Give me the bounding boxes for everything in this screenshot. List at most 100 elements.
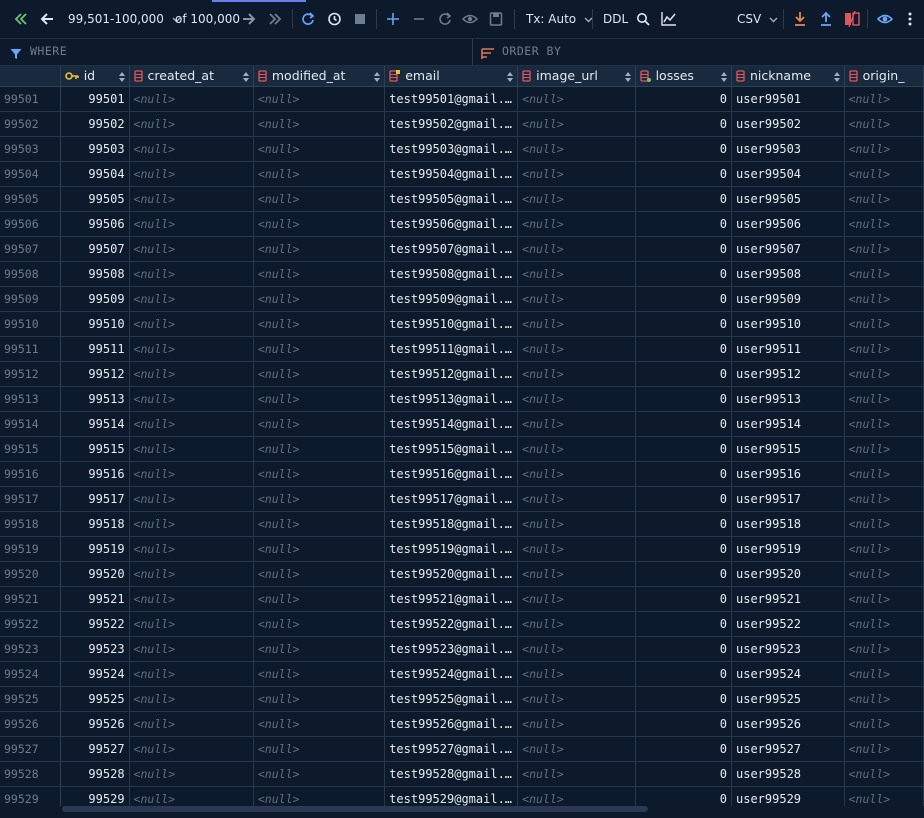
transaction-mode-selector[interactable]: Tx: Auto xyxy=(526,8,593,30)
cell-losses[interactable]: 0 xyxy=(635,636,733,662)
cell-losses[interactable]: 0 xyxy=(635,261,733,287)
reload-icon[interactable] xyxy=(301,8,315,30)
cell-created-at[interactable]: <null> xyxy=(129,436,254,462)
cell-nickname[interactable]: user99512 xyxy=(731,361,845,387)
cell-id[interactable]: 99521 xyxy=(60,586,130,612)
cell-email[interactable]: test99525@gmail.… xyxy=(384,686,519,712)
sort-toggle-icon[interactable] xyxy=(118,70,125,85)
cell-nickname[interactable]: user99528 xyxy=(731,761,845,787)
cell-origin[interactable]: <null> xyxy=(844,311,924,337)
cell-nickname[interactable]: user99504 xyxy=(731,161,845,187)
cell-created-at[interactable]: <null> xyxy=(129,486,254,512)
cell-email[interactable]: test99502@gmail.… xyxy=(384,111,519,137)
cell-id[interactable]: 99501 xyxy=(60,86,130,112)
cell-image-url[interactable]: <null> xyxy=(517,711,636,737)
cell-origin[interactable]: <null> xyxy=(844,86,924,112)
cell-created-at[interactable]: <null> xyxy=(129,611,254,637)
table-row[interactable]: 99509 99509 <null> <null> test99509@gmail.… <… xyxy=(0,286,924,312)
cell-created-at[interactable]: <null> xyxy=(129,211,254,237)
cell-email[interactable]: test99526@gmail.… xyxy=(384,711,519,737)
cell-image-url[interactable]: <null> xyxy=(517,186,636,212)
cell-email[interactable]: test99504@gmail.… xyxy=(384,161,519,187)
cell-email[interactable]: test99517@gmail.… xyxy=(384,486,519,512)
cell-nickname[interactable]: user99516 xyxy=(731,461,845,487)
cell-created-at[interactable]: <null> xyxy=(129,411,254,437)
cell-image-url[interactable]: <null> xyxy=(517,686,636,712)
table-row[interactable]: 99523 99523 <null> <null> test99523@gmail.… <… xyxy=(0,636,924,662)
cell-modified-at[interactable]: <null> xyxy=(253,111,386,137)
cell-email[interactable]: test99508@gmail.… xyxy=(384,261,519,287)
cell-id[interactable]: 99513 xyxy=(60,386,130,412)
cell-modified-at[interactable]: <null> xyxy=(253,586,386,612)
cell-losses[interactable]: 0 xyxy=(635,536,733,562)
table-row[interactable]: 99521 99521 <null> <null> test99521@gmail.… <… xyxy=(0,586,924,612)
table-row[interactable]: 99510 99510 <null> <null> test99510@gmail.… <… xyxy=(0,311,924,337)
double-chevron-left-icon[interactable] xyxy=(14,8,28,30)
cell-origin[interactable]: <null> xyxy=(844,611,924,637)
cell-created-at[interactable]: <null> xyxy=(129,461,254,487)
cell-image-url[interactable]: <null> xyxy=(517,461,636,487)
cell-created-at[interactable]: <null> xyxy=(129,536,254,562)
table-row[interactable]: 99506 99506 <null> <null> test99506@gmail.… <… xyxy=(0,211,924,237)
table-row[interactable]: 99519 99519 <null> <null> test99519@gmail.… <… xyxy=(0,536,924,562)
cell-id[interactable]: 99515 xyxy=(60,436,130,462)
cell-losses[interactable]: 0 xyxy=(635,436,733,462)
table-row[interactable]: 99504 99504 <null> <null> test99504@gmail.… <… xyxy=(0,161,924,187)
cell-id[interactable]: 99503 xyxy=(60,136,130,162)
cell-nickname[interactable]: user99529 xyxy=(731,786,845,806)
cell-origin[interactable]: <null> xyxy=(844,636,924,662)
cell-image-url[interactable]: <null> xyxy=(517,636,636,662)
cell-image-url[interactable]: <null> xyxy=(517,586,636,612)
cell-created-at[interactable]: <null> xyxy=(129,336,254,362)
cell-image-url[interactable]: <null> xyxy=(517,611,636,637)
cell-modified-at[interactable]: <null> xyxy=(253,386,386,412)
cell-created-at[interactable]: <null> xyxy=(129,761,254,787)
cell-image-url[interactable]: <null> xyxy=(517,311,636,337)
cell-email[interactable]: test99518@gmail.… xyxy=(384,511,519,537)
cell-email[interactable]: test99501@gmail.… xyxy=(384,86,519,112)
cell-losses[interactable]: 0 xyxy=(635,386,733,412)
cell-email[interactable]: test99520@gmail.… xyxy=(384,561,519,587)
upload-icon[interactable] xyxy=(819,8,833,30)
cell-created-at[interactable]: <null> xyxy=(129,586,254,612)
cell-created-at[interactable]: <null> xyxy=(129,236,254,262)
cell-id[interactable]: 99509 xyxy=(60,286,130,312)
cell-origin[interactable]: <null> xyxy=(844,586,924,612)
table-row[interactable]: 99524 99524 <null> <null> test99524@gmail.… <… xyxy=(0,661,924,687)
cell-created-at[interactable]: <null> xyxy=(129,261,254,287)
cell-modified-at[interactable]: <null> xyxy=(253,786,386,806)
cell-modified-at[interactable]: <null> xyxy=(253,511,386,537)
cell-losses[interactable]: 0 xyxy=(635,161,733,187)
cell-image-url[interactable]: <null> xyxy=(517,486,636,512)
cell-email[interactable]: test99507@gmail.… xyxy=(384,236,519,262)
download-icon[interactable] xyxy=(793,8,807,30)
cell-losses[interactable]: 0 xyxy=(635,711,733,737)
cell-created-at[interactable]: <null> xyxy=(129,511,254,537)
where-filter-input[interactable]: WHERE xyxy=(30,44,67,58)
cell-email[interactable]: test99527@gmail.… xyxy=(384,736,519,762)
cell-losses[interactable]: 0 xyxy=(635,661,733,687)
column-header-losses[interactable]: losses xyxy=(635,66,733,87)
cell-modified-at[interactable]: <null> xyxy=(253,411,386,437)
cell-id[interactable]: 99507 xyxy=(60,236,130,262)
table-row[interactable]: 99512 99512 <null> <null> test99512@gmail.… <… xyxy=(0,361,924,387)
cell-origin[interactable]: <null> xyxy=(844,486,924,512)
cell-image-url[interactable]: <null> xyxy=(517,736,636,762)
cell-origin[interactable]: <null> xyxy=(844,111,924,137)
cell-email[interactable]: test99516@gmail.… xyxy=(384,461,519,487)
table-row[interactable]: 99517 99517 <null> <null> test99517@gmail.… <… xyxy=(0,486,924,512)
cell-losses[interactable]: 0 xyxy=(635,736,733,762)
table-row[interactable]: 99514 99514 <null> <null> test99514@gmail.… <… xyxy=(0,411,924,437)
cell-losses[interactable]: 0 xyxy=(635,361,733,387)
cell-losses[interactable]: 0 xyxy=(635,686,733,712)
cell-losses[interactable]: 0 xyxy=(635,461,733,487)
cell-email[interactable]: test99510@gmail.… xyxy=(384,311,519,337)
cell-modified-at[interactable]: <null> xyxy=(253,211,386,237)
cell-origin[interactable]: <null> xyxy=(844,161,924,187)
cell-id[interactable]: 99517 xyxy=(60,486,130,512)
eye-icon[interactable] xyxy=(462,8,478,30)
cell-modified-at[interactable]: <null> xyxy=(253,286,386,312)
cell-nickname[interactable]: user99521 xyxy=(731,586,845,612)
cell-image-url[interactable]: <null> xyxy=(517,786,636,806)
column-header-modified-at[interactable]: modified_at xyxy=(253,66,386,87)
